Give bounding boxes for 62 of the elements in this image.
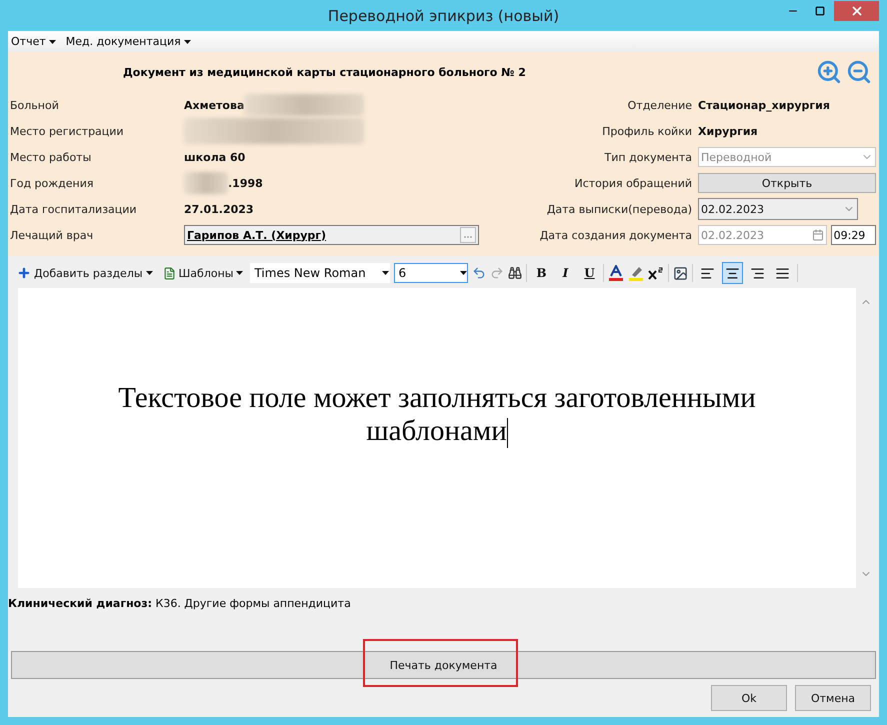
field-label: Место работы bbox=[10, 150, 92, 164]
field-label: История обращений bbox=[573, 176, 693, 190]
font-select[interactable]: Times New Roman bbox=[250, 263, 390, 283]
field-label: Тип документа bbox=[604, 150, 693, 164]
field-label: Год рождения bbox=[10, 176, 94, 190]
highlight-icon[interactable] bbox=[628, 265, 644, 281]
font-size-select[interactable]: 6 bbox=[394, 263, 468, 283]
align-icon bbox=[725, 266, 740, 280]
align-button[interactable] bbox=[722, 262, 744, 284]
field-label: Дата выписки(перевода) bbox=[546, 202, 693, 216]
dialog-button[interactable]: Ok bbox=[711, 685, 787, 711]
field-label: Лечащий врач bbox=[10, 228, 94, 242]
undo-icon[interactable] bbox=[472, 266, 486, 280]
field-label: Место регистрации bbox=[10, 124, 125, 138]
align-icon bbox=[700, 266, 716, 280]
document-icon bbox=[162, 266, 176, 280]
field-label: Отделение bbox=[626, 98, 693, 112]
zoom-out-icon[interactable] bbox=[846, 59, 872, 85]
align-icon bbox=[750, 266, 766, 280]
format-button[interactable]: B bbox=[531, 262, 552, 284]
align-icon bbox=[775, 266, 790, 280]
caret-icon bbox=[236, 271, 244, 275]
caret-icon bbox=[146, 271, 153, 275]
format-button[interactable]: U bbox=[579, 262, 600, 284]
date-field[interactable]: 02.02.2023 bbox=[698, 198, 858, 220]
field-value: 27.01.2023 bbox=[184, 202, 254, 216]
plus-icon bbox=[17, 266, 31, 280]
menu-item[interactable]: Отчет bbox=[11, 35, 56, 48]
field-label: Дата госпитализации bbox=[10, 202, 138, 216]
document-title: Документ из медицинской карты стационарного больного № 2 bbox=[123, 66, 527, 78]
field-label: Больной bbox=[10, 98, 60, 112]
image-icon[interactable] bbox=[673, 266, 688, 280]
field-value: Стационар_хирургия bbox=[698, 98, 830, 112]
dialog-button[interactable]: Отмена bbox=[795, 685, 871, 711]
caret-icon bbox=[184, 40, 191, 44]
caret-icon bbox=[48, 40, 56, 44]
superscript-icon[interactable] bbox=[648, 266, 664, 280]
field-value: школа 60 bbox=[184, 150, 246, 164]
field-value: Ахметова bbox=[184, 98, 244, 112]
diagnosis-text: Клинический диагноз: К36. Другие формы аппендицита bbox=[8, 597, 351, 610]
binoculars-icon[interactable] bbox=[508, 266, 522, 280]
format-button[interactable]: I bbox=[555, 262, 576, 284]
open-button[interactable]: Открыть bbox=[698, 173, 876, 193]
zoom-in-icon[interactable] bbox=[816, 59, 842, 85]
field-label: Профиль койки bbox=[601, 124, 693, 138]
font-color-icon[interactable] bbox=[608, 265, 624, 281]
print-button[interactable]: Печать документа bbox=[11, 651, 876, 679]
field-value: Хирургия bbox=[698, 124, 758, 138]
calendar-icon bbox=[812, 229, 824, 241]
close-button[interactable] bbox=[834, 0, 879, 20]
templates-button[interactable]: Шаблоны bbox=[160, 262, 246, 284]
field-label: Дата создания документа bbox=[538, 228, 693, 242]
window-title: Переводной эпикриз (новый) bbox=[326, 6, 560, 24]
menu-item[interactable]: Мед. документация bbox=[66, 35, 191, 48]
close-icon bbox=[850, 4, 864, 18]
text-cursor bbox=[506, 418, 508, 448]
add-sections-button[interactable]: Добавить разделы bbox=[14, 262, 156, 284]
doctor-field[interactable]: Гарипов А.Т. (Хирург) bbox=[184, 225, 479, 245]
maximize-icon bbox=[815, 6, 825, 16]
field-value: .1998 bbox=[228, 176, 263, 190]
caret-icon bbox=[382, 271, 390, 275]
caret-icon bbox=[460, 271, 468, 275]
